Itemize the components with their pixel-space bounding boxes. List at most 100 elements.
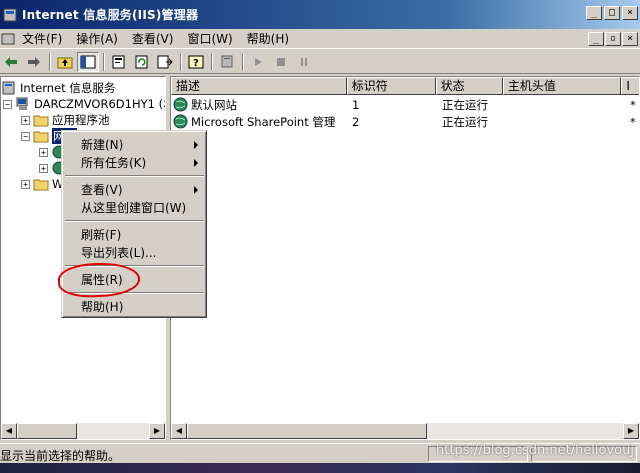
menu-separator xyxy=(65,220,204,222)
menu-bar: 文件(F) 操作(A) 查看(V) 窗口(W) 帮助(H) _ ▫ × xyxy=(0,29,640,49)
menu-file[interactable]: 文件(F) xyxy=(15,30,69,47)
scroll-left-button[interactable]: ◀ xyxy=(171,423,187,439)
tree-item-server[interactable]: − DARCZMVOR6D1HY1 (本地计 xyxy=(3,96,165,112)
show-hide-tree-button[interactable] xyxy=(77,51,99,72)
scroll-right-button[interactable]: ▶ xyxy=(623,423,639,439)
toolbar-separator xyxy=(103,52,105,71)
tree-item-web-extensions[interactable]: + W xyxy=(21,176,63,192)
back-button[interactable] xyxy=(0,52,22,72)
forward-button[interactable] xyxy=(23,52,45,72)
properties-icon xyxy=(112,55,125,68)
folder-icon xyxy=(33,179,49,191)
status-text: 显示当前选择的帮助。 xyxy=(0,449,121,463)
menu-view[interactable]: 查看(V) xyxy=(125,30,181,47)
cell-description: 默认网站 xyxy=(191,97,237,112)
mdi-minimize-button[interactable]: _ xyxy=(588,32,604,46)
server-computer-icon xyxy=(16,97,28,110)
refresh-button[interactable] xyxy=(131,52,153,72)
menu-window[interactable]: 窗口(W) xyxy=(180,30,239,47)
tree-label-server: DARCZMVOR6D1HY1 (本地计 xyxy=(34,97,165,111)
watermark: https://blog.csdn.net/hellovouj xyxy=(436,443,634,458)
tree-item-iis-root[interactable]: Internet 信息服务 xyxy=(1,80,115,96)
pause-icon xyxy=(301,57,307,66)
forward-arrow-icon xyxy=(28,56,40,67)
menu-item-all-tasks-label: 所有任务(K) xyxy=(81,156,147,170)
menu-item-help[interactable]: 帮助(H) xyxy=(64,298,204,316)
menu-item-new-window[interactable]: 从这里创建窗口(W) xyxy=(64,199,204,217)
menu-item-export-list[interactable]: 导出列表(L)... xyxy=(64,244,204,262)
menu-item-view[interactable]: 查看(V) xyxy=(64,181,204,199)
maximize-button[interactable]: □ xyxy=(604,6,620,20)
list-item[interactable]: Microsoft SharePoint 管理 2 正在运行 * xyxy=(171,113,639,130)
stop-button[interactable] xyxy=(270,52,292,72)
submenu-arrow-icon xyxy=(194,141,198,149)
start-button[interactable] xyxy=(247,52,269,72)
website-globe-icon xyxy=(173,114,188,129)
column-header-host-header[interactable]: 主机头值 xyxy=(502,77,622,95)
folder-icon xyxy=(33,115,49,127)
toolbar-separator xyxy=(242,52,244,71)
scroll-thumb[interactable] xyxy=(187,423,427,439)
scroll-thumb[interactable] xyxy=(17,423,77,439)
menu-separator xyxy=(65,175,204,177)
iis-root-icon xyxy=(2,81,15,95)
help-icon: ? xyxy=(188,55,204,69)
cell-identifier: 1 xyxy=(352,97,360,112)
list-item[interactable]: 默认网站 1 正在运行 * xyxy=(171,96,639,113)
stop-icon xyxy=(277,57,285,66)
export-list-button[interactable] xyxy=(154,52,176,72)
tree-horizontal-scrollbar[interactable]: ◀ ▶ xyxy=(1,423,165,439)
list-horizontal-scrollbar[interactable]: ◀ ▶ xyxy=(171,423,639,439)
server-icon xyxy=(221,55,233,67)
collapse-websites-toggle[interactable]: − xyxy=(21,131,30,141)
refresh-icon xyxy=(135,55,148,68)
toolbar-separator xyxy=(180,52,182,71)
cell-ip: * xyxy=(630,114,636,129)
submenu-arrow-icon xyxy=(194,186,198,194)
expand-sharepoint-site-toggle[interactable]: + xyxy=(39,163,48,173)
minimize-button[interactable]: _ xyxy=(586,6,602,20)
website-globe-icon xyxy=(173,97,188,112)
menu-item-all-tasks[interactable]: 所有任务(K) xyxy=(64,154,204,172)
collapse-server-toggle[interactable]: − xyxy=(3,99,12,109)
list-pane[interactable]: 描述 标识符 状态 主机头值 I 默认网站 1 正在运行 * Microsoft… xyxy=(170,76,640,440)
console-menu-icon[interactable] xyxy=(1,32,15,46)
mdi-restore-button[interactable]: ▫ xyxy=(605,32,621,46)
menu-action[interactable]: 操作(A) xyxy=(69,30,125,47)
expand-default-site-toggle[interactable]: + xyxy=(39,147,48,157)
column-header-ip[interactable]: I xyxy=(621,77,639,95)
scroll-left-button[interactable]: ◀ xyxy=(1,423,17,439)
up-folder-icon xyxy=(57,57,73,68)
properties-button[interactable] xyxy=(108,52,130,72)
cell-ip: * xyxy=(630,97,636,112)
tree-label-iis-root: Internet 信息服务 xyxy=(20,81,116,95)
folder-open-icon xyxy=(33,131,49,143)
iis-app-icon xyxy=(3,8,17,21)
expand-web-extensions-toggle[interactable]: + xyxy=(21,179,30,189)
up-one-level-button[interactable] xyxy=(54,52,76,72)
svg-text:?: ? xyxy=(193,58,199,69)
desktop-background-strip xyxy=(0,463,640,473)
help-button[interactable]: ? xyxy=(185,52,207,72)
column-header-description[interactable]: 描述 xyxy=(171,77,347,95)
column-header-identifier[interactable]: 标识符 xyxy=(346,77,436,95)
cell-status: 正在运行 xyxy=(442,97,488,112)
export-list-icon xyxy=(157,55,173,68)
scroll-right-button[interactable]: ▶ xyxy=(149,423,165,439)
menu-item-refresh[interactable]: 刷新(F) xyxy=(64,226,204,244)
toolbar: ? xyxy=(0,50,640,74)
mdi-close-button[interactable]: × xyxy=(622,32,638,46)
server-button[interactable] xyxy=(216,52,238,72)
tree-item-app-pools[interactable]: + 应用程序池 xyxy=(21,112,110,128)
expand-app-pools-toggle[interactable]: + xyxy=(21,115,30,125)
pause-button[interactable] xyxy=(293,52,315,72)
column-header-status[interactable]: 状态 xyxy=(435,77,503,95)
tree-label-app-pools: 应用程序池 xyxy=(52,113,110,127)
cell-status: 正在运行 xyxy=(442,114,488,129)
menu-item-view-label: 查看(V) xyxy=(81,183,123,197)
menu-item-new[interactable]: 新建(N) xyxy=(64,136,204,154)
cell-description: Microsoft SharePoint 管理 xyxy=(191,114,336,129)
menu-item-new-label: 新建(N) xyxy=(81,138,124,152)
close-button[interactable]: × xyxy=(622,6,638,20)
menu-help[interactable]: 帮助(H) xyxy=(240,30,296,47)
